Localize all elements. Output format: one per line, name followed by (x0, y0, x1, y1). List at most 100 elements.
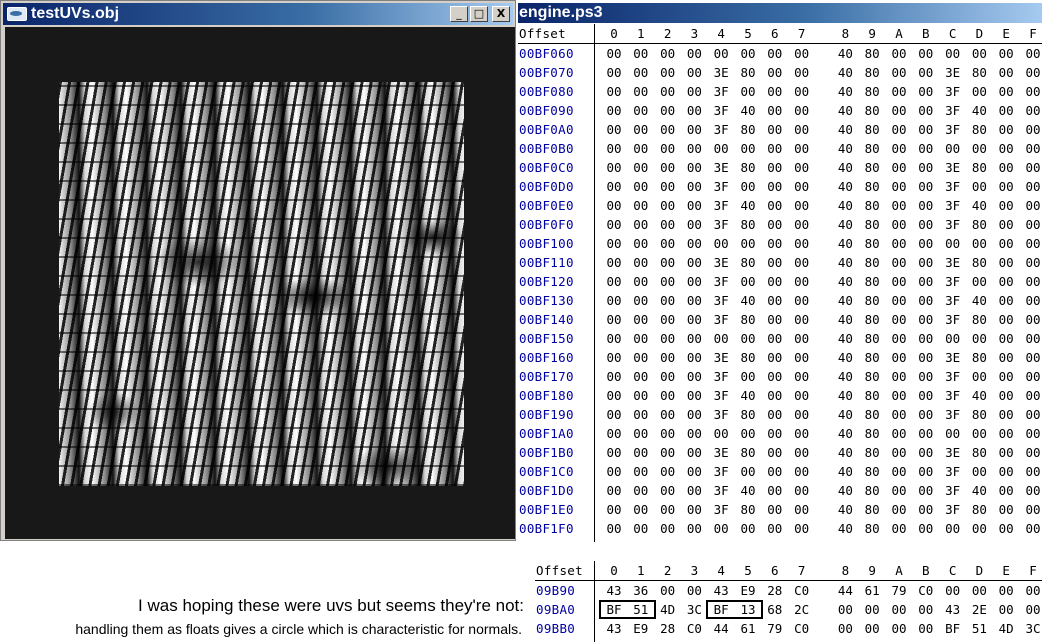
hex-byte-cell[interactable]: 00 (832, 602, 858, 617)
hex-byte-cell[interactable]: 80 (859, 502, 885, 517)
hex-byte-cell[interactable]: 3F (708, 84, 734, 99)
hex-byte-cell[interactable]: 43 (940, 602, 966, 617)
hex-byte-cell[interactable]: 00 (1020, 426, 1042, 441)
hex-byte-cell[interactable]: 00 (601, 179, 627, 194)
hex-byte-cell[interactable]: 00 (993, 236, 1019, 251)
hex-byte-cell[interactable]: 80 (859, 464, 885, 479)
hex-byte-cell[interactable]: 00 (628, 331, 654, 346)
hex-byte-cell[interactable]: 00 (913, 198, 939, 213)
hex-byte-cell[interactable]: 40 (735, 483, 761, 498)
hex-byte-cell[interactable]: 40 (966, 388, 992, 403)
hex-row[interactable]: 00BF130 00 00 00 00 3F 40 00 00 40 80 00 00 3F 40 00 00 (518, 291, 1042, 310)
hex-byte-cell[interactable]: 3C (681, 602, 707, 617)
hex-byte-cell[interactable]: 00 (966, 46, 992, 61)
hex-byte-cell[interactable]: 00 (601, 312, 627, 327)
hex-byte-cell[interactable]: 40 (832, 46, 858, 61)
hex-byte-cell[interactable]: 40 (832, 502, 858, 517)
hex-byte-cell[interactable]: 00 (789, 521, 815, 536)
hex-byte-cell[interactable]: 00 (681, 464, 707, 479)
hex-byte-cell[interactable]: 3F (708, 464, 734, 479)
hex-byte-cell[interactable]: 00 (940, 426, 966, 441)
hex-row[interactable]: 00BF1E0 00 00 00 00 3F 80 00 00 40 80 00 00 3F 80 00 00 (518, 500, 1042, 519)
hex-byte-cell[interactable]: 00 (1020, 217, 1042, 232)
hex-byte-cell[interactable]: 00 (762, 65, 788, 80)
hex-byte-cell[interactable]: 00 (789, 388, 815, 403)
hex-byte-cell[interactable]: 80 (859, 274, 885, 289)
hex-byte-cell[interactable]: 00 (966, 464, 992, 479)
hex-byte-cell[interactable]: 00 (789, 46, 815, 61)
hex-byte-cell[interactable]: 3F (940, 483, 966, 498)
hex-byte-cell[interactable]: 00 (735, 369, 761, 384)
hex-byte-cell[interactable]: 00 (628, 236, 654, 251)
hex-byte-cell[interactable]: 00 (886, 407, 912, 422)
hex-byte-cell[interactable]: 00 (966, 141, 992, 156)
hex-byte-cell[interactable]: 00 (886, 217, 912, 232)
hex-byte-cell[interactable]: 00 (886, 369, 912, 384)
hex-byte-cell[interactable]: 40 (832, 312, 858, 327)
hex-byte-cell[interactable]: 00 (708, 141, 734, 156)
hex-byte-cell[interactable]: 00 (789, 179, 815, 194)
hex-byte-cell[interactable]: 00 (601, 426, 627, 441)
hex-byte-cell[interactable]: 00 (886, 602, 912, 617)
hex-byte-cell[interactable]: 00 (735, 46, 761, 61)
hex-byte-cell[interactable]: 28 (655, 621, 681, 636)
hex-byte-cell[interactable]: 00 (681, 445, 707, 460)
hex-byte-cell[interactable]: 79 (886, 583, 912, 598)
hex-byte-cell[interactable]: 00 (628, 217, 654, 232)
hex-byte-cell[interactable]: 00 (601, 369, 627, 384)
hex-byte-cell[interactable]: 00 (1020, 84, 1042, 99)
hex-byte-cell[interactable]: E9 (735, 583, 761, 598)
hex-byte-cell[interactable]: 00 (993, 602, 1019, 617)
hex-byte-cell[interactable]: 40 (832, 445, 858, 460)
hex-byte-cell[interactable]: 00 (789, 84, 815, 99)
hex-byte-cell[interactable]: 00 (993, 521, 1019, 536)
hex-byte-cell[interactable]: 00 (601, 274, 627, 289)
hex-row[interactable]: 00BF140 00 00 00 00 3F 80 00 00 40 80 00 00 3F 80 00 00 (518, 310, 1042, 329)
hex-byte-cell[interactable]: 00 (789, 464, 815, 479)
hex-byte-cell[interactable]: 00 (735, 236, 761, 251)
hex-byte-cell[interactable]: 3E (708, 160, 734, 175)
hex-byte-cell[interactable]: 00 (681, 217, 707, 232)
hex-byte-cell[interactable]: 00 (886, 312, 912, 327)
hex-byte-cell[interactable]: 00 (601, 483, 627, 498)
hex-byte-cell[interactable]: 00 (681, 84, 707, 99)
hex-byte-cell[interactable]: 00 (655, 84, 681, 99)
hex-byte-cell[interactable]: 80 (859, 122, 885, 137)
hex-byte-cell[interactable]: 00 (762, 160, 788, 175)
hex-row[interactable]: 00BF0F0 00 00 00 00 3F 80 00 00 40 80 00 00 3F 80 00 00 (518, 215, 1042, 234)
hex-byte-cell[interactable]: 00 (655, 255, 681, 270)
hex-byte-cell[interactable]: 80 (966, 255, 992, 270)
hex-byte-cell[interactable]: 80 (859, 84, 885, 99)
hex-row[interactable]: 00BF190 00 00 00 00 3F 80 00 00 40 80 00 00 3F 80 00 00 (518, 405, 1042, 424)
hex-row[interactable]: 00BF0D0 00 00 00 00 3F 00 00 00 40 80 00 00 3F 00 00 00 (518, 177, 1042, 196)
hex-byte-cell[interactable]: 00 (886, 84, 912, 99)
hex-byte-cell[interactable]: 00 (681, 236, 707, 251)
hex-byte-cell[interactable]: 00 (789, 312, 815, 327)
hex-byte-cell[interactable]: 43 (601, 583, 627, 598)
hex-byte-cell[interactable]: 00 (762, 46, 788, 61)
hex-byte-cell[interactable]: 40 (832, 198, 858, 213)
hex-byte-cell[interactable]: 80 (859, 217, 885, 232)
hex-byte-cell[interactable]: 00 (993, 179, 1019, 194)
close-button[interactable]: X (492, 6, 510, 22)
hex-byte-cell[interactable]: 00 (601, 445, 627, 460)
hex-byte-cell[interactable]: 00 (913, 255, 939, 270)
hex-byte-cell[interactable]: 00 (601, 502, 627, 517)
hex-byte-cell[interactable]: 00 (966, 369, 992, 384)
hex-byte-cell[interactable]: 00 (628, 464, 654, 479)
hex-byte-cell[interactable]: 00 (762, 255, 788, 270)
hex-byte-cell[interactable]: 80 (966, 350, 992, 365)
hex-byte-cell[interactable]: 40 (832, 331, 858, 346)
hex-byte-cell[interactable]: 00 (993, 312, 1019, 327)
hex-row[interactable]: 09BB0 43 E9 28 C0 44 61 79 C0 00 00 00 00 BF 51 4D 3C (535, 619, 1042, 638)
hex-byte-cell[interactable]: 00 (681, 502, 707, 517)
hex-byte-cell[interactable]: 00 (940, 331, 966, 346)
hex-byte-cell[interactable]: 80 (735, 122, 761, 137)
hex-byte-cell[interactable]: 00 (789, 426, 815, 441)
hex-byte-cell[interactable]: 00 (1020, 331, 1042, 346)
hex-byte-cell[interactable]: 40 (832, 274, 858, 289)
hex-byte-cell[interactable]: 00 (886, 274, 912, 289)
hex-byte-cell[interactable]: 80 (859, 141, 885, 156)
hex-byte-cell[interactable]: 00 (886, 179, 912, 194)
hex-byte-cell[interactable]: 00 (628, 179, 654, 194)
